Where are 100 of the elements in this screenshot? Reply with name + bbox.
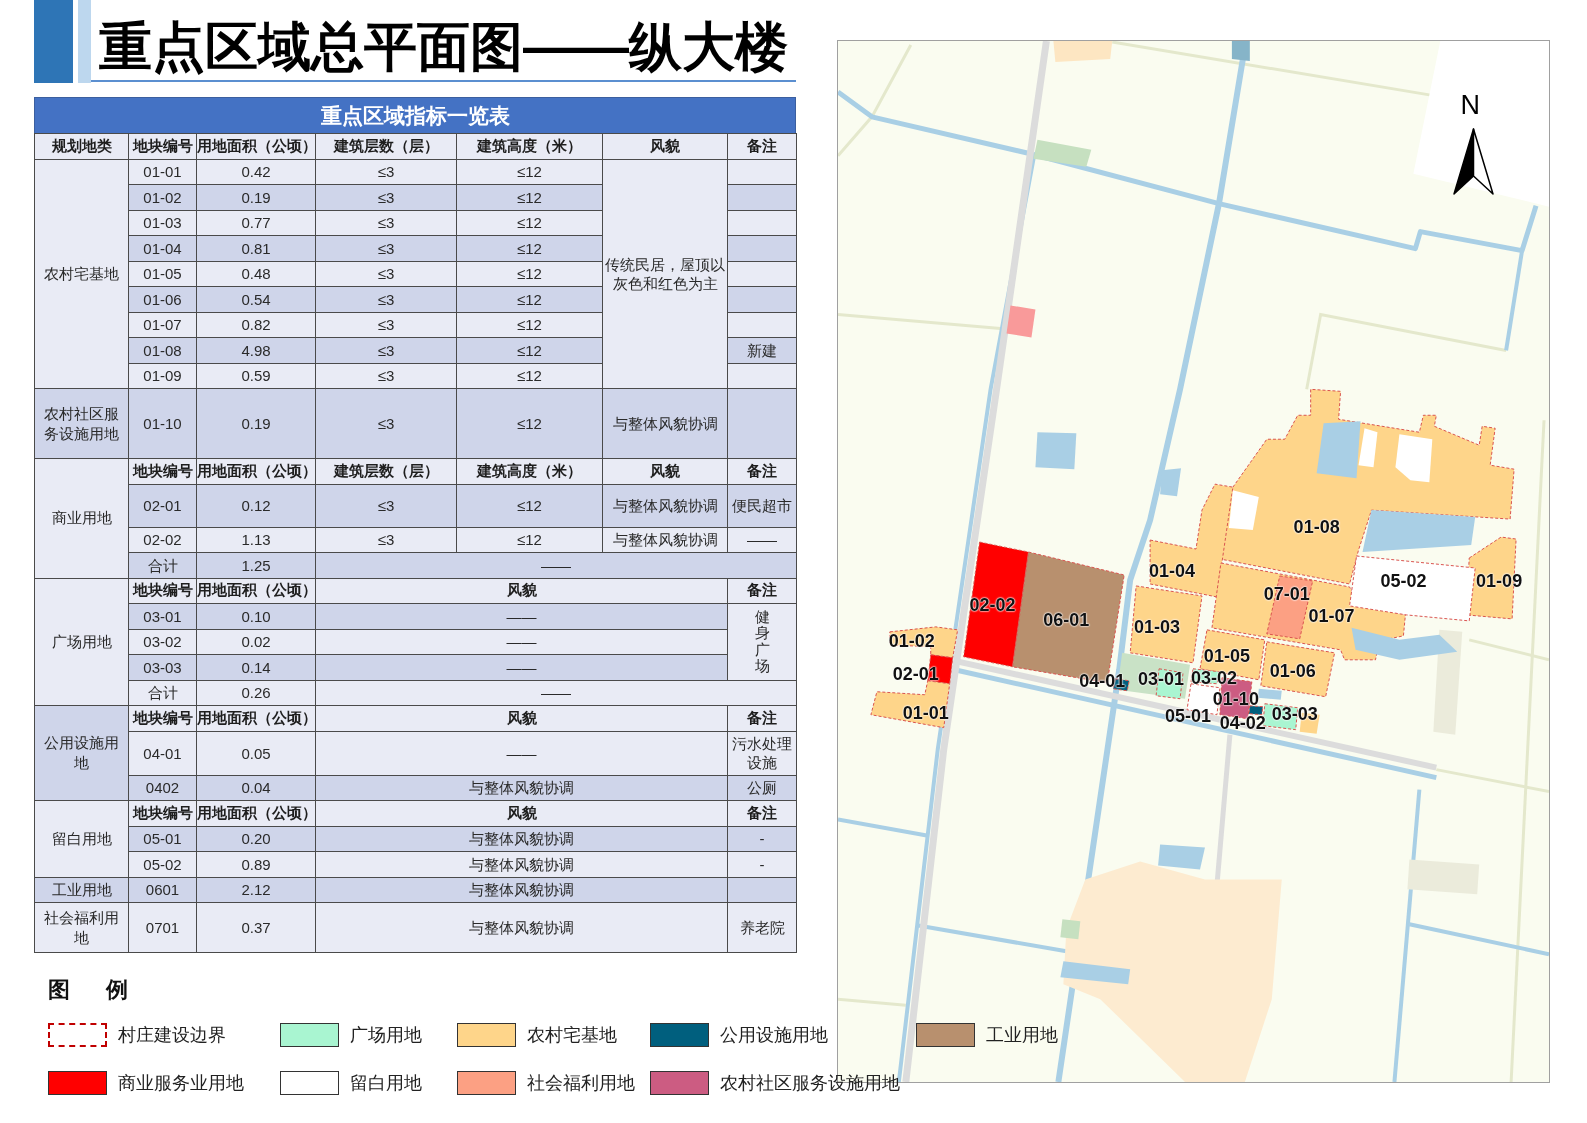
table-cell: 0.26: [196, 680, 316, 706]
pond: [1158, 844, 1205, 870]
table-cell: 2.12: [196, 877, 316, 903]
parcel-label: 03-03: [1271, 703, 1318, 724]
table-cell: 0.10: [196, 603, 316, 629]
blank-plot: [1395, 434, 1433, 483]
pond: [1160, 468, 1182, 497]
table-cell: 污水处理设施: [727, 731, 797, 775]
column-header: 风貌: [315, 800, 728, 826]
table-cell: 0.02: [196, 629, 316, 655]
parcel-label: 01-07: [1308, 605, 1355, 626]
table-cell: 0.20: [196, 826, 316, 852]
table-cell: 0.19: [196, 388, 316, 459]
table-cell: ≤12: [456, 312, 603, 338]
table-cell: 1.25: [196, 552, 316, 578]
table-cell: ≤12: [456, 388, 603, 459]
table-cell: 0.42: [196, 159, 316, 185]
parcel-label: 03-02: [1190, 667, 1237, 688]
table-cell: 便民超市: [727, 484, 797, 527]
column-header: 建筑高度（米）: [456, 133, 603, 159]
category-cell: 农村社区服务设施用地: [34, 388, 129, 459]
table-cell: 与整体风貌协调: [315, 877, 728, 903]
pond: [1035, 432, 1077, 470]
land-parcel: [1231, 41, 1250, 61]
table-cell: ≤12: [456, 159, 603, 185]
table-cell: ≤3: [315, 484, 457, 527]
table-cell: 0.37: [196, 902, 316, 953]
table-cell: 与整体风貌协调: [315, 851, 728, 877]
table-cell: ≤3: [315, 261, 457, 287]
table-cell: 0.82: [196, 312, 316, 338]
table-cell: 与整体风貌协调: [315, 902, 728, 953]
table-cell: ≤3: [315, 527, 457, 553]
table-cell: ——: [315, 731, 728, 775]
table-cell: 04-01: [128, 731, 197, 775]
table-cell: ≤3: [315, 363, 457, 389]
legend-label: 商业服务业用地: [118, 1072, 244, 1094]
parcel-label: 06-01: [1043, 609, 1090, 630]
column-header: 建筑层数（层）: [315, 458, 457, 484]
table-cell: ——: [315, 552, 797, 578]
table-cell: 0.12: [196, 484, 316, 527]
table-cell: ≤3: [315, 235, 457, 261]
parcel-label: 01-05: [1203, 645, 1250, 666]
pond: [1316, 421, 1361, 479]
table-cell: 传统民居，屋顶以灰色和红色为主: [602, 159, 728, 389]
table-cell: ≤12: [456, 337, 603, 363]
table-cell: ——: [315, 680, 797, 706]
table-cell: 与整体风貌协调: [602, 388, 728, 459]
table-cell: 0701: [128, 902, 197, 953]
column-header: 风貌: [602, 458, 728, 484]
table-cell: 0.14: [196, 654, 316, 680]
table-cell: ≤12: [456, 261, 603, 287]
table-cell: ≤12: [456, 184, 603, 210]
table-cell: 养老院: [727, 902, 797, 953]
legend-label: 村庄建设边界: [118, 1024, 226, 1046]
legend-label: 工业用地: [986, 1024, 1058, 1046]
table-cell: ≤12: [456, 235, 603, 261]
category-cell: 工业用地: [34, 877, 129, 903]
land-parcel: [1033, 139, 1092, 167]
legend-label: 广场用地: [350, 1024, 422, 1046]
parcel-label: 04-01: [1079, 670, 1126, 691]
table-cell: ≤12: [456, 527, 603, 553]
north-label: N: [1460, 90, 1480, 119]
parcel-label: 05-02: [1380, 570, 1427, 591]
table-cell: ≤3: [315, 286, 457, 312]
table-cell: 与整体风貌协调: [315, 826, 728, 852]
parcel-label: 07-01: [1263, 583, 1310, 604]
category-cell: 留白用地: [34, 800, 129, 877]
blank-plot: [1358, 428, 1378, 468]
table-cell: 01-10: [128, 388, 197, 459]
table-cell: 02-01: [128, 484, 197, 527]
blank-plot: [1228, 490, 1259, 531]
table-cell: ≤12: [456, 484, 603, 527]
parcel-label: 01-04: [1149, 560, 1196, 581]
column-header: 用地面积（公顷）: [196, 800, 316, 826]
column-header: 用地面积（公顷）: [196, 133, 316, 159]
table-cell: ≤3: [315, 337, 457, 363]
table-cell: 0.19: [196, 184, 316, 210]
legend-title: 图 例: [48, 977, 129, 1003]
column-header: 风貌: [315, 705, 728, 731]
table-cell: 与整体风貌协调: [602, 527, 728, 553]
table-cell: 4.98: [196, 337, 316, 363]
parcel-label: 05-01: [1165, 705, 1211, 726]
table-cell: 0.89: [196, 851, 316, 877]
parcel-label: 01-06: [1269, 660, 1316, 681]
legend-label: 农村社区服务设施用地: [720, 1072, 900, 1094]
table-cell: 0.54: [196, 286, 316, 312]
table-cell: 0.48: [196, 261, 316, 287]
table-cell: 0.05: [196, 731, 316, 775]
pond: [1060, 961, 1131, 985]
legend-label: 公用设施用地: [720, 1024, 828, 1046]
parcel-label: 01-09: [1476, 570, 1523, 591]
legend-label: 社会福利用地: [527, 1072, 635, 1094]
column-header: 用地面积（公顷）: [196, 458, 316, 484]
parcel-label: 01-08: [1293, 517, 1340, 538]
column-header: 备注: [727, 133, 797, 159]
pond: [1257, 688, 1282, 700]
table-cell: ≤12: [456, 210, 603, 236]
table-cell: 与整体风貌协调: [315, 775, 728, 801]
column-header: 地块编号: [128, 133, 197, 159]
column-header: 风貌: [315, 578, 728, 604]
